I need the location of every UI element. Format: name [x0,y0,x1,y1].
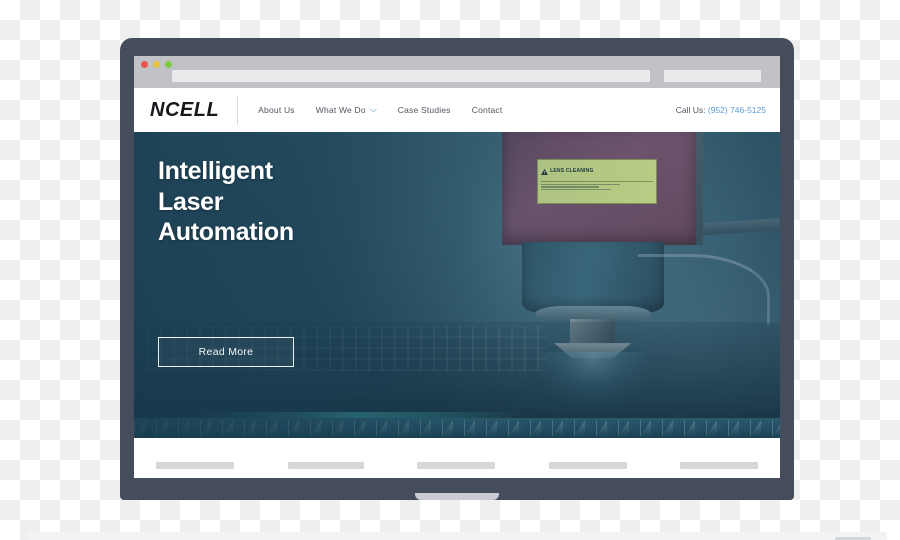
main-navigation: About Us What We Do Case Studies Contact [258,105,502,115]
call-us-label: Call Us: [675,105,706,115]
site-header: NCELL About Us What We Do Case Studies C… [134,88,780,132]
minimize-window-button[interactable] [153,61,160,68]
read-more-label: Read More [198,346,254,358]
call-us-block: Call Us: (952) 746-5125 [676,105,766,115]
hero-section: LENS CLEANING [134,132,780,438]
window-traffic-lights [141,61,172,68]
nav-item-what-we-do[interactable]: What We Do [316,105,377,115]
read-more-button[interactable]: Read More [158,337,294,367]
hero-content: Intelligent Laser Automation [158,156,760,248]
nav-item-case-studies[interactable]: Case Studies [398,105,451,115]
phone-number-link[interactable]: (952) 746-5125 [708,105,766,115]
content-placeholder-bar [417,461,495,469]
site-logo[interactable]: NCELL [150,100,237,120]
content-placeholder-bar [680,461,758,469]
nav-label-contact: Contact [471,105,503,115]
maximize-window-button[interactable] [165,61,172,68]
browser-search-input[interactable] [664,70,761,82]
screenshot-canvas: NCELL About Us What We Do Case Studies C… [0,0,900,540]
content-placeholder-bar [156,461,234,469]
nav-label-about-us: About Us [258,105,295,115]
content-placeholder-bar [287,461,364,469]
nav-label-what-we-do: What We Do [315,105,366,115]
nav-label-case-studies: Case Studies [397,105,451,115]
content-placeholder-bar [548,461,627,469]
laptop-hinge-notch [415,493,499,500]
content-placeholder-strip [134,438,780,478]
header-divider [237,95,239,125]
hero-heading: Intelligent Laser Automation [158,157,294,246]
chevron-down-icon [370,107,377,114]
laptop-lid: NCELL About Us What We Do Case Studies C… [120,38,794,500]
close-window-button[interactable] [141,61,148,68]
laptop-mockup: NCELL About Us What We Do Case Studies C… [27,38,887,540]
nav-item-about-us[interactable]: About Us [258,105,295,115]
nav-item-contact[interactable]: Contact [472,105,503,115]
laptop-base [27,532,887,540]
laptop-screen: NCELL About Us What We Do Case Studies C… [134,56,780,478]
address-bar-input[interactable] [172,70,650,82]
browser-chrome [134,56,780,88]
